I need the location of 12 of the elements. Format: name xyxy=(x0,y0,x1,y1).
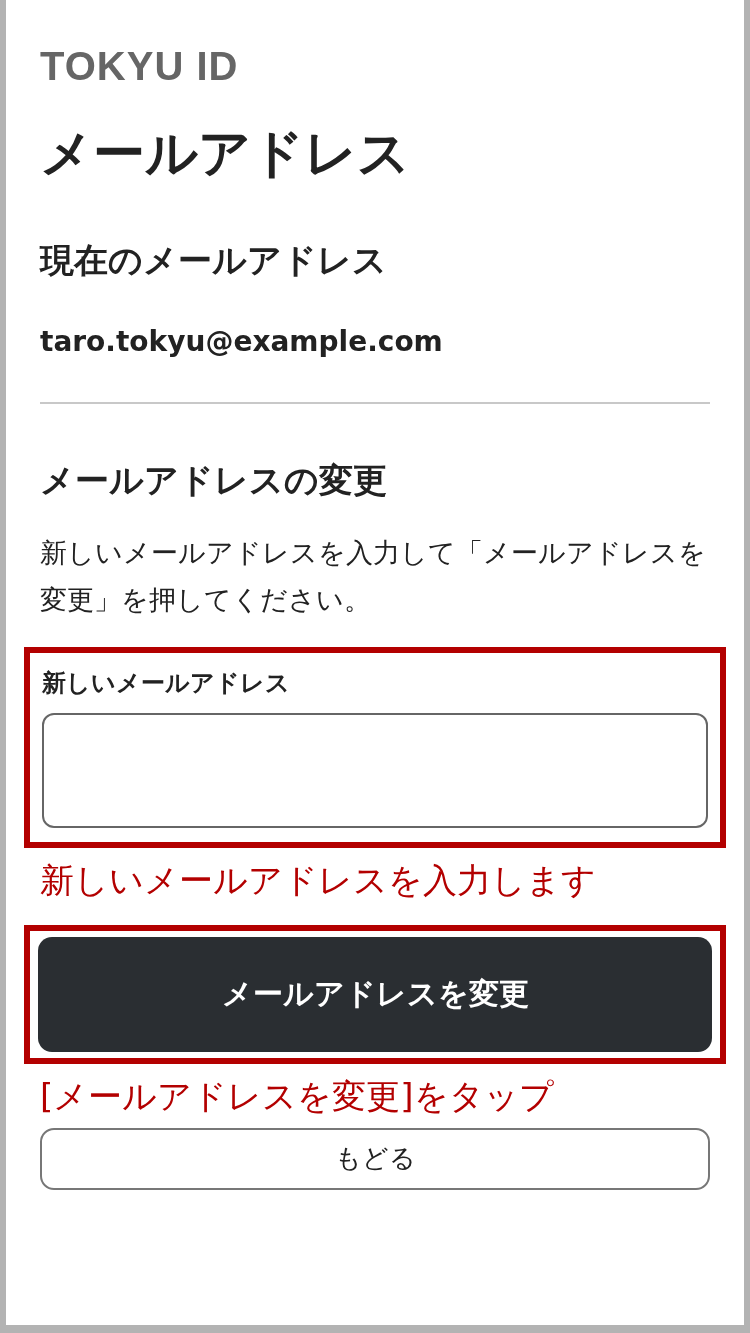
email-input-field[interactable] xyxy=(42,713,708,829)
section-heading: メールアドレスの変更 xyxy=(40,460,387,501)
instructions: 新しいメールアドレスを入力して「メールアドレスを変更」を押してください。 xyxy=(40,536,707,618)
page-title: メールアドレス xyxy=(40,122,410,185)
annotation-text: [メールアドレスを変更]をタップ xyxy=(40,1074,554,1118)
section-heading: 現在のメールアドレス xyxy=(40,240,387,282)
change-email-button[interactable]: メールアドレスを変更 xyxy=(38,936,712,1052)
back-button[interactable]: もどる xyxy=(40,1127,710,1190)
current-email: taro.tokyu@example.com xyxy=(40,325,443,359)
field-label: 新しいメールアドレス xyxy=(42,668,290,700)
annotation-text: 新しいメールアドレスを入力します xyxy=(40,859,596,903)
logo: TOKYU ID xyxy=(40,44,239,88)
